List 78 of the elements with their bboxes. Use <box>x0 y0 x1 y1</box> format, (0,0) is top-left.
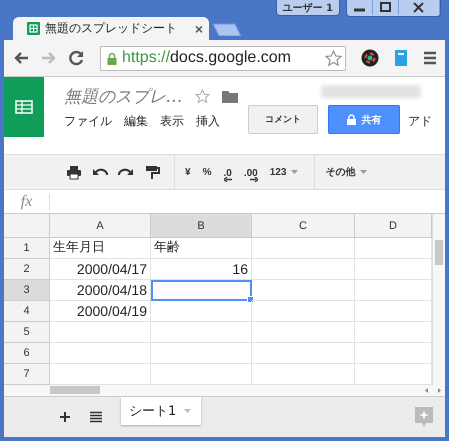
decimal-button[interactable]: .00 <box>244 168 258 182</box>
print-icon[interactable] <box>66 164 82 180</box>
row-header[interactable]: 1 <box>4 238 50 259</box>
back-icon[interactable] <box>12 50 30 66</box>
table-cell[interactable]: 2000/04/18 <box>50 280 151 301</box>
row-header[interactable]: 2 <box>4 259 50 280</box>
menu-item[interactable]: 挿入 <box>196 113 220 130</box>
format-button[interactable]: ¥ <box>185 166 191 178</box>
row-header[interactable]: 6 <box>4 343 50 364</box>
function-label: fx <box>4 194 50 210</box>
table-cell[interactable] <box>252 343 355 364</box>
spreadsheet-icon <box>27 22 40 35</box>
caret-icon <box>184 409 192 413</box>
table-cell[interactable]: 2000/04/17 <box>50 259 151 280</box>
table-cell[interactable] <box>252 301 355 322</box>
row-header[interactable]: 7 <box>4 364 50 385</box>
star-icon[interactable] <box>325 50 342 66</box>
address-bar[interactable]: https://docs.google.com <box>100 46 346 70</box>
format-button[interactable]: % <box>202 166 212 178</box>
menu-item[interactable]: アド <box>408 113 432 130</box>
table-cell[interactable] <box>252 280 355 301</box>
decimal-button[interactable]: .0 <box>223 168 232 182</box>
lock-icon <box>107 52 117 64</box>
arrow-icon <box>224 177 232 182</box>
camera-lens-icon[interactable] <box>361 49 379 67</box>
reload-icon[interactable] <box>68 50 86 66</box>
column-header[interactable]: B <box>151 214 252 238</box>
menu-item[interactable]: ファイル <box>64 113 112 130</box>
sheet-list-icon[interactable] <box>89 411 103 423</box>
explore-icon[interactable] <box>415 407 433 427</box>
paint-roller-icon[interactable] <box>144 164 160 180</box>
table-cell[interactable] <box>151 322 252 343</box>
url-scheme: https:// <box>122 49 170 66</box>
table-cell[interactable] <box>252 238 355 259</box>
table-cell[interactable]: 生年月日 <box>50 238 151 259</box>
column-header[interactable]: D <box>355 214 432 238</box>
table-cell[interactable]: 16 <box>151 259 252 280</box>
table-icon <box>15 100 33 114</box>
table-cell[interactable] <box>252 322 355 343</box>
row-header[interactable]: 4 <box>4 301 50 322</box>
caret-icon <box>291 170 298 174</box>
lock-icon <box>346 114 356 125</box>
table-cell[interactable] <box>151 301 252 322</box>
menu-item[interactable]: 表示 <box>160 113 184 130</box>
table-cell[interactable]: 年齢 <box>151 238 252 259</box>
menu-icon[interactable] <box>423 51 437 65</box>
corner-cell[interactable] <box>4 214 50 238</box>
comment-button[interactable]: コメント <box>248 105 318 134</box>
table-cell[interactable] <box>252 259 355 280</box>
table-cell[interactable] <box>50 322 151 343</box>
book-icon[interactable] <box>394 49 408 67</box>
caret-icon <box>360 170 368 174</box>
document-title[interactable]: 無題のスプレ… <box>64 85 183 108</box>
vertical-scrollbar[interactable] <box>432 214 445 385</box>
sheets-logo[interactable] <box>4 77 44 137</box>
tab-title: 無題のスプレッドシート <box>45 20 178 37</box>
row-header[interactable]: 5 <box>4 322 50 343</box>
column-header[interactable]: A <box>50 214 151 238</box>
dropdown-button[interactable]: 123 <box>270 166 298 178</box>
dropdown-button[interactable]: その他 <box>325 165 368 179</box>
close-tab-button[interactable]: × <box>194 20 203 36</box>
table-cell[interactable] <box>50 343 151 364</box>
browser-tab[interactable]: 無題のスプレッドシート × <box>13 17 209 40</box>
add-sheet-icon[interactable] <box>59 411 71 423</box>
profile-button[interactable]: ユーザー 1 <box>276 0 340 16</box>
url-host: docs.google.com <box>170 49 291 66</box>
star-icon[interactable] <box>195 89 210 104</box>
column-header[interactable]: C <box>252 214 355 238</box>
table-cell[interactable] <box>151 280 252 301</box>
sheet-tab[interactable]: シート1 <box>121 397 202 425</box>
row-header[interactable]: 3 <box>4 280 50 301</box>
fill-handle[interactable] <box>247 296 254 303</box>
table-cell[interactable]: 2000/04/19 <box>50 301 151 322</box>
menu-item[interactable]: 編集 <box>124 113 148 130</box>
folder-icon[interactable] <box>222 90 238 103</box>
table-cell[interactable] <box>151 343 252 364</box>
new-tab-button[interactable] <box>211 23 243 36</box>
arrow-icon <box>250 177 258 182</box>
